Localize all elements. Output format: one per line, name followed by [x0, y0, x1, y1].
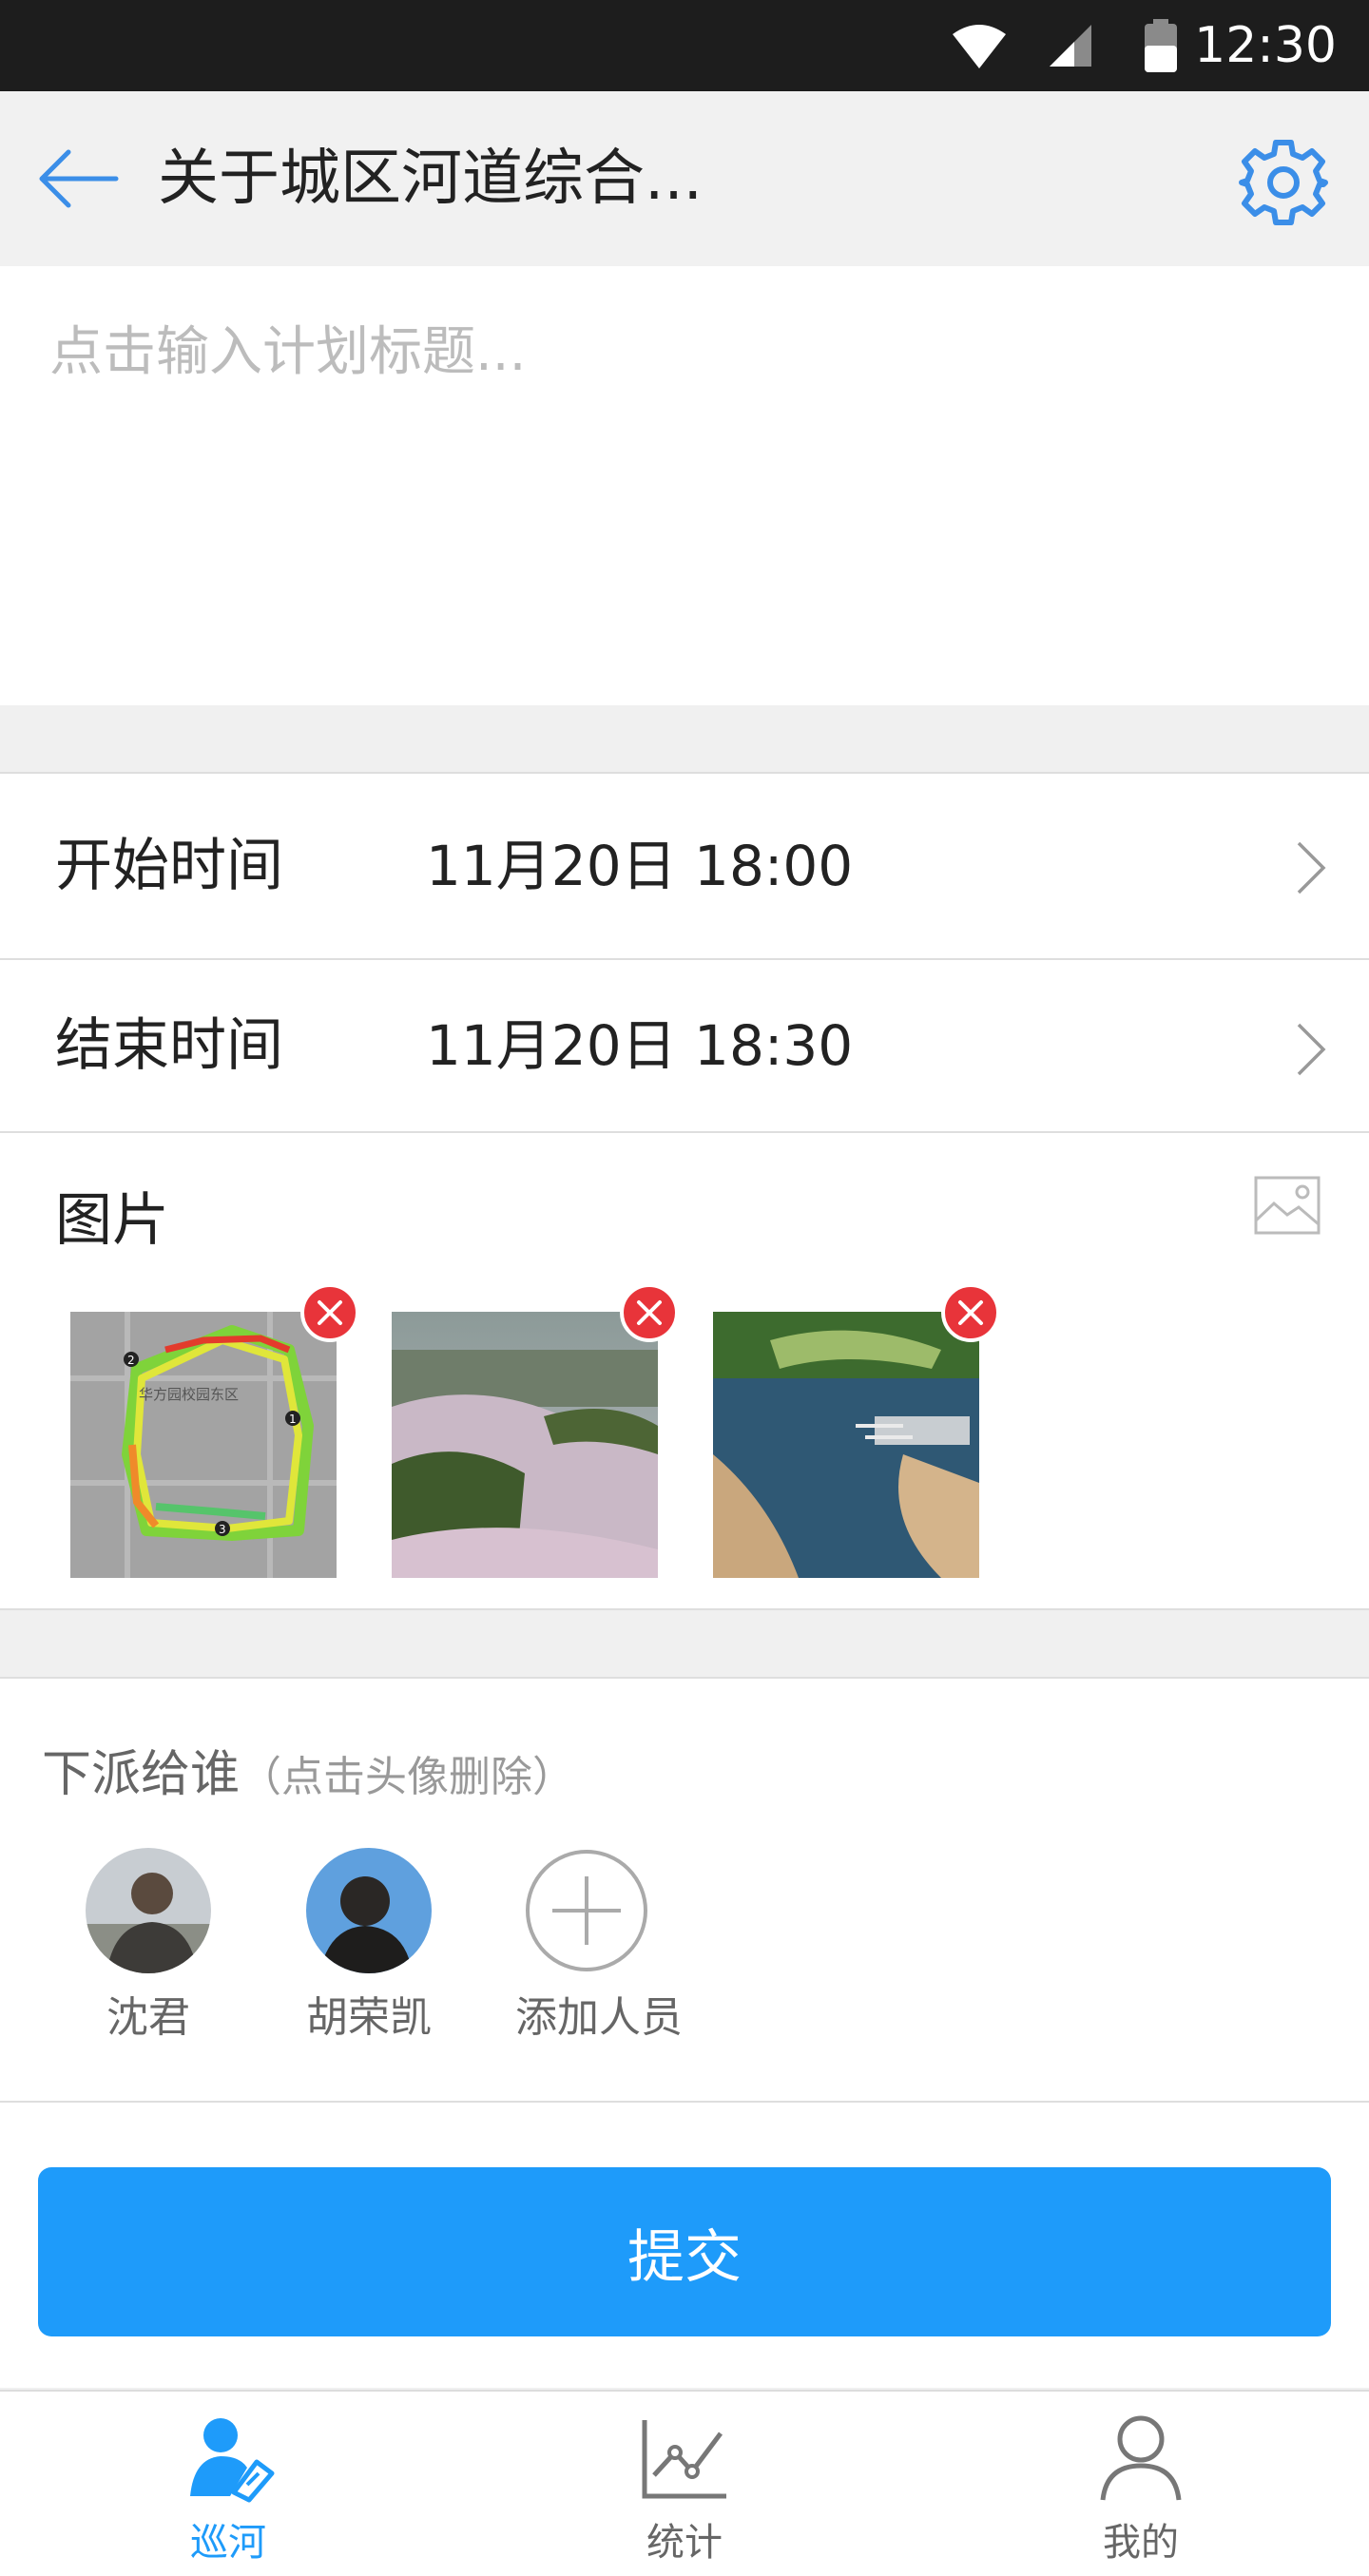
river-aerial-image — [713, 1312, 979, 1578]
chevron-right-icon — [1297, 841, 1326, 894]
tab-stats[interactable]: 统计 — [456, 2392, 913, 2576]
end-time-row[interactable]: 结束时间 11月20日 18:30 — [0, 960, 1369, 1131]
signal-icon — [1050, 25, 1091, 67]
tab-label: 统计 — [646, 2521, 723, 2565]
add-image-icon[interactable] — [1253, 1175, 1321, 1236]
river-wetland-image — [392, 1312, 658, 1578]
settings-gear-icon[interactable] — [1238, 137, 1329, 228]
map-label: 华方园校园东区 — [139, 1386, 239, 1403]
add-person-label: 添加人员 — [515, 1993, 683, 2042]
wifi-icon — [953, 25, 1006, 68]
map-marker: 3 — [219, 1523, 226, 1536]
status-time: 12:30 — [1194, 17, 1337, 74]
photos-row: 图片 华方园校园东区 1 2 3 — [0, 1133, 1369, 1605]
assign-hint: （点击头像删除） — [240, 1753, 575, 1801]
back-arrow-icon[interactable] — [38, 148, 120, 209]
route-map-image: 华方园校园东区 1 2 3 — [70, 1312, 337, 1578]
status-bar: 12:30 — [0, 0, 1369, 91]
chevron-right-icon — [1297, 1023, 1326, 1076]
submit-button[interactable]: 提交 — [38, 2167, 1331, 2336]
plan-title-area — [0, 266, 1369, 705]
tab-label: 我的 — [1103, 2521, 1179, 2565]
end-time-label: 结束时间 — [55, 1012, 283, 1079]
patrol-icon — [190, 2418, 275, 2503]
assign-label: 下派给谁 — [42, 1746, 241, 1803]
start-time-value: 11月20日 18:00 — [426, 834, 854, 898]
bottom-tab-bar: 巡河 统计 我的 — [0, 2390, 1369, 2576]
map-marker: 2 — [127, 1354, 135, 1367]
page-title: 关于城区河道综合... — [158, 144, 704, 214]
tab-label: 巡河 — [190, 2521, 266, 2565]
photo-thumbnail[interactable] — [392, 1312, 658, 1578]
close-icon — [637, 1300, 662, 1325]
photo-thumbnail[interactable]: 华方园校园东区 1 2 3 — [70, 1312, 337, 1578]
assignee-hu-rongkai[interactable]: 胡荣凯 — [302, 1848, 435, 2044]
assign-header: 下派给谁（点击头像删除） — [42, 1734, 574, 1805]
delete-photo-button[interactable] — [620, 1283, 679, 1342]
profile-icon — [1100, 2415, 1182, 2501]
delete-photo-button[interactable] — [941, 1283, 1000, 1342]
plan-title-input[interactable] — [49, 304, 1323, 399]
avatar — [86, 1848, 211, 1973]
app-header: 关于城区河道综合... — [0, 91, 1369, 266]
start-time-label: 开始时间 — [55, 833, 283, 899]
tab-patrol[interactable]: 巡河 — [0, 2392, 456, 2576]
section-divider — [0, 2101, 1369, 2103]
start-time-row[interactable]: 开始时间 11月20日 18:00 — [0, 774, 1369, 958]
stats-icon — [642, 2420, 726, 2499]
photos-label: 图片 — [55, 1187, 169, 1254]
close-icon — [958, 1300, 983, 1325]
end-time-value: 11月20日 18:30 — [426, 1013, 854, 1078]
battery-icon — [1145, 19, 1177, 72]
assignee-shen-jun[interactable]: 沈君 — [82, 1848, 215, 2044]
map-marker: 1 — [289, 1413, 297, 1426]
assignee-name: 沈君 — [106, 1993, 190, 2042]
avatar — [306, 1848, 432, 1973]
delete-photo-button[interactable] — [300, 1283, 359, 1342]
close-icon — [318, 1300, 342, 1325]
photo-thumbnail[interactable] — [713, 1312, 979, 1578]
assignee-name: 胡荣凯 — [306, 1993, 432, 2042]
add-person-button[interactable]: 添加人员 — [515, 1848, 683, 2044]
tab-profile[interactable]: 我的 — [913, 2392, 1369, 2576]
plus-circle-icon — [526, 1850, 647, 1971]
